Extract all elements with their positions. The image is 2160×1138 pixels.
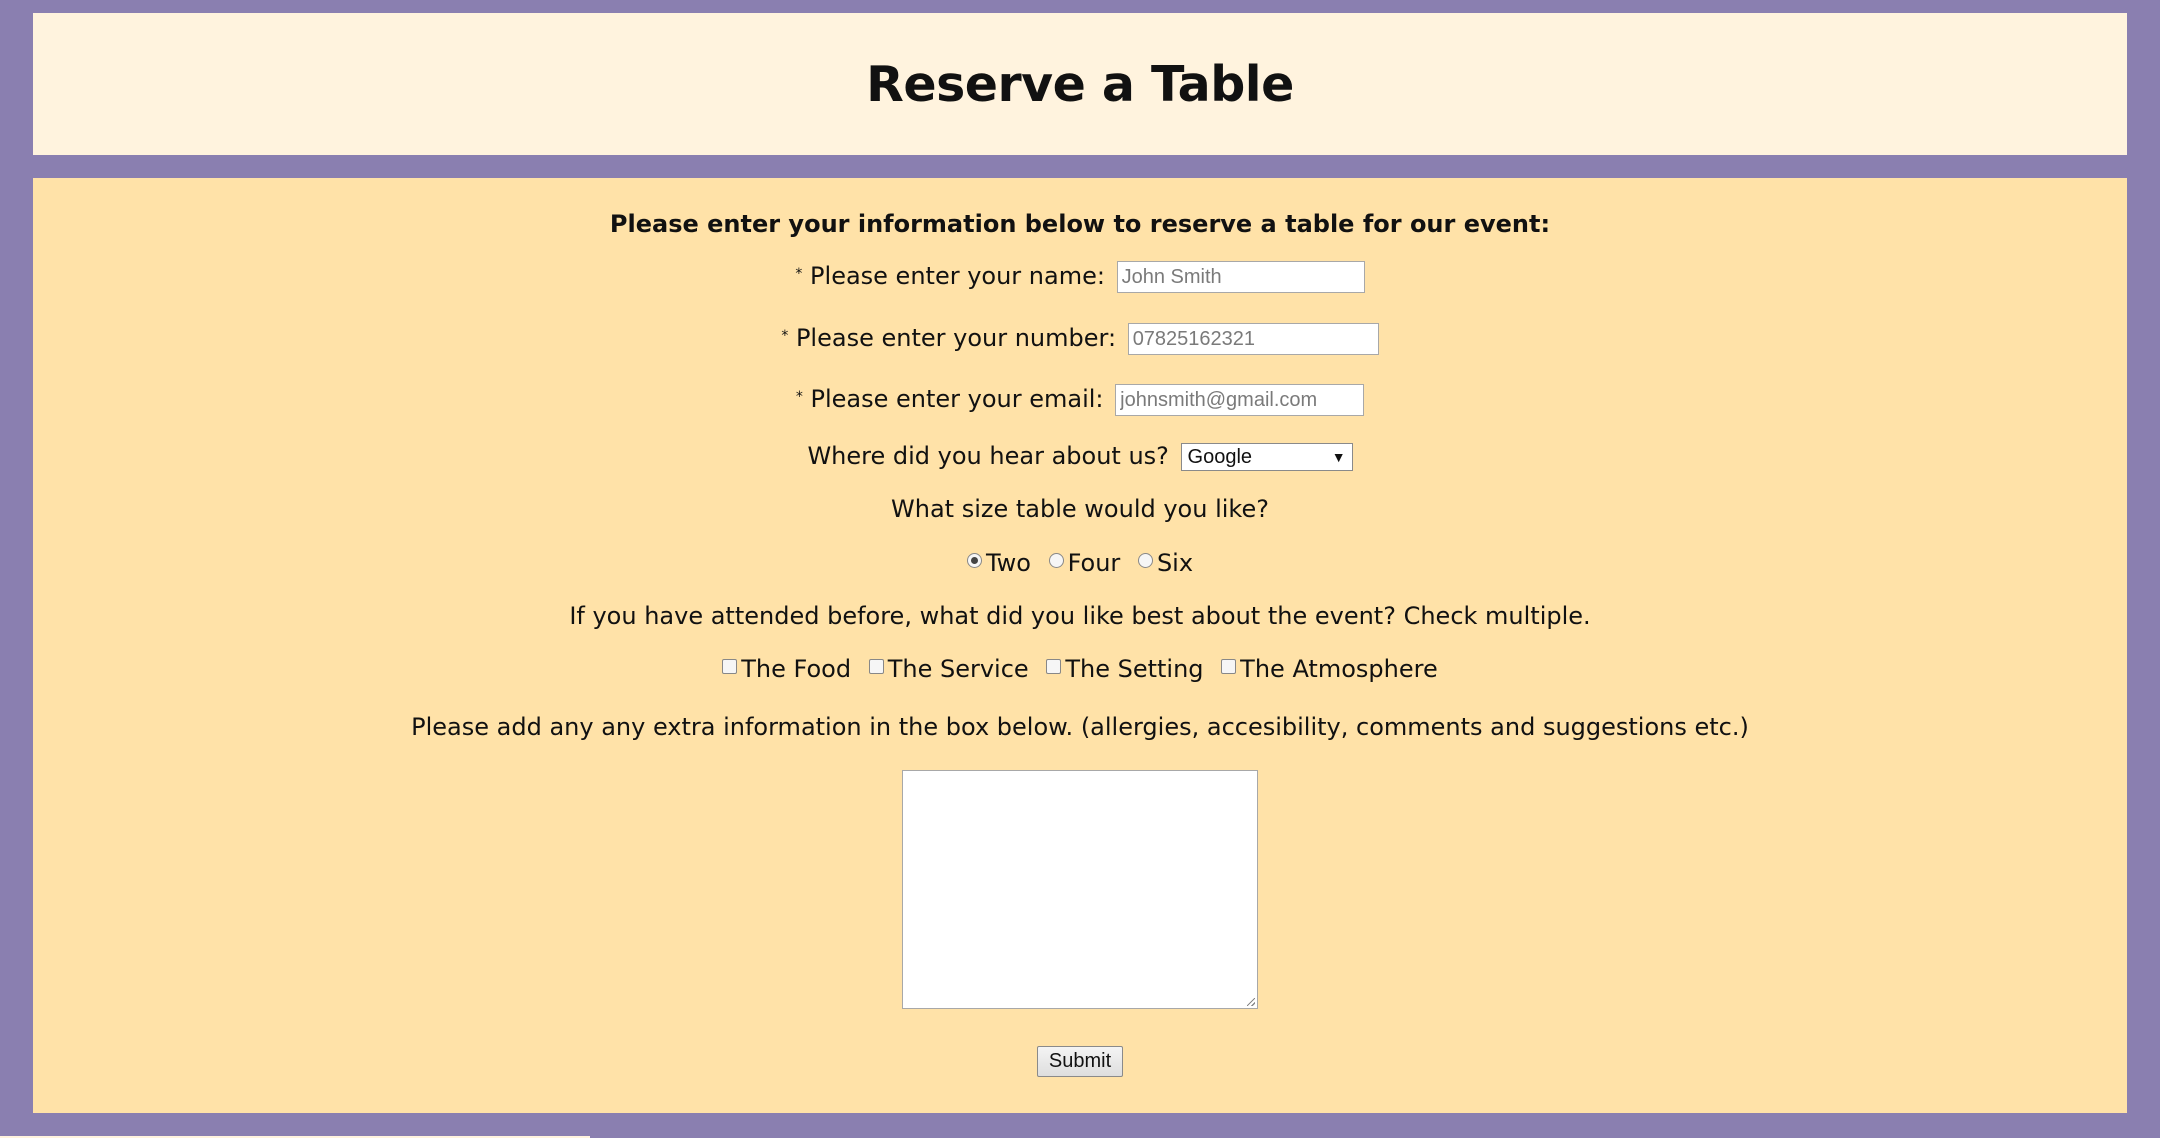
size-option-label: Two [985, 549, 1031, 577]
number-label: Please enter your number: [795, 324, 1117, 352]
name-row: * Please enter your name: [33, 260, 2127, 293]
liked-checkbox-atmosphere[interactable] [1221, 658, 1237, 674]
number-row: * Please enter your number: [33, 322, 2127, 355]
dropdown-arrow-icon: ▼ [1331, 449, 1346, 465]
size-radio-six[interactable] [1137, 552, 1153, 568]
email-label: Please enter your email: [810, 385, 1104, 413]
liked-checkbox-service[interactable] [868, 658, 884, 674]
size-radio-four[interactable] [1048, 552, 1064, 568]
page-header: Reserve a Table [33, 13, 2127, 155]
submit-button[interactable]: Submit [1037, 1046, 1123, 1077]
hear-row: Where did you hear about us? Google ▼ [33, 440, 2127, 472]
hear-select[interactable]: Google ▼ [1180, 443, 1353, 471]
liked-checkbox-setting[interactable] [1046, 658, 1062, 674]
liked-label: If you have attended before, what did yo… [569, 602, 1591, 630]
size-option-label: Six [1156, 549, 1194, 577]
name-label: Please enter your name: [810, 262, 1105, 290]
reservation-form: Please enter your information below to r… [33, 178, 2127, 1113]
extra-info-textarea[interactable] [902, 770, 1258, 1009]
liked-checkbox-food[interactable] [722, 658, 738, 674]
email-row: * Please enter your email: [33, 383, 2127, 416]
size-options: Two Four Six [33, 547, 2127, 579]
size-radio-two[interactable] [966, 552, 982, 568]
liked-options: The Food The Service The Setting The Atm… [33, 653, 2127, 685]
size-label: What size table would you like? [891, 495, 1269, 523]
liked-option-label: The Atmosphere [1240, 655, 1438, 683]
required-marker: * [795, 266, 803, 282]
name-input[interactable] [1116, 261, 1365, 293]
size-option-label: Four [1067, 549, 1121, 577]
number-input[interactable] [1127, 323, 1379, 355]
hear-selected-value: Google [1187, 446, 1253, 468]
resize-grip-icon[interactable] [1247, 998, 1255, 1006]
required-marker: * [795, 389, 803, 405]
page-title: Reserve a Table [866, 55, 1294, 113]
extra-label: Please add any any extra information in … [411, 713, 1749, 741]
form-intro: Please enter your information below to r… [609, 210, 1551, 238]
liked-option-label: The Service [887, 655, 1029, 683]
hear-label: Where did you hear about us? [807, 442, 1169, 470]
liked-option-label: The Food [741, 655, 852, 683]
email-input[interactable] [1115, 384, 1365, 416]
required-marker: * [781, 328, 789, 344]
liked-option-label: The Setting [1065, 655, 1204, 683]
